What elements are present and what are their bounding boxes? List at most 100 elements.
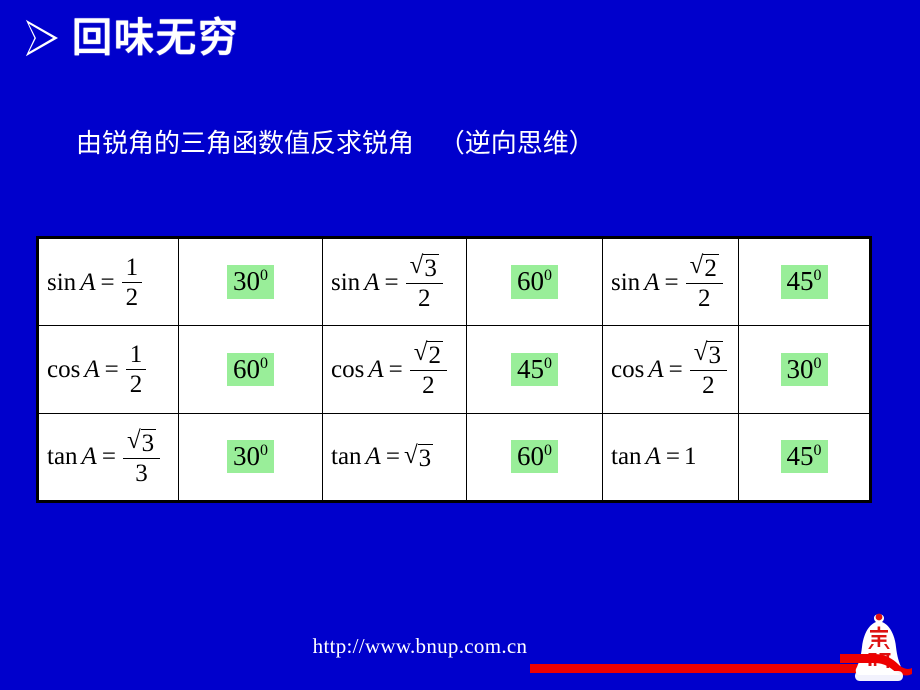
trig-function-name: sin [611, 268, 641, 296]
trig-values-table: sin A = 1 2 300 sin A = √ 3 2 600 sin A = √ 2 2 450 cos A = 1 2 6… [36, 236, 872, 503]
fraction-denominator: 2 [417, 285, 431, 313]
trig-function-name: cos [47, 355, 81, 383]
answer-value: 600 [511, 265, 558, 299]
equals-sign: = [385, 443, 400, 471]
formula: sin A = √ 3 2 [331, 253, 443, 311]
fraction-numerator: √ 3 [122, 426, 161, 459]
fraction-numerator: √ 3 [689, 340, 727, 372]
formula: tan A = 1 [611, 444, 696, 469]
table-cell-answer: 450 [739, 239, 869, 325]
radical-sign-icon: √ [413, 339, 428, 367]
radicand: 3 [417, 443, 434, 472]
table-cell-answer: 600 [179, 326, 323, 413]
table-cell-answer: 600 [467, 239, 603, 326]
angle-variable: A [84, 355, 100, 383]
radicand: 2 [703, 254, 719, 283]
trig-function-name: tan [331, 443, 362, 471]
table-cell-answer: 600 [467, 413, 603, 500]
table-row: tan A = √ 3 3 300 tan A = √ 3 600 tan A = 1 450 [39, 413, 869, 500]
fraction: 12 [121, 255, 143, 311]
table-cell-formula: cos A = 1 2 [39, 326, 179, 413]
radical-expression: √ 2 [690, 253, 719, 281]
table-cell-answer: 300 [739, 326, 869, 412]
page-title: 回味无穷 [24, 18, 240, 58]
equals-sign: = [668, 355, 683, 383]
table-cell-formula: sin A = √ 3 2 [323, 239, 467, 326]
page-title-label: 回味无穷 [72, 15, 240, 61]
equals-sign: = [388, 355, 403, 383]
fraction: √ 3 2 [689, 340, 727, 398]
table-cell-formula: sin A = 1 2 [39, 239, 179, 326]
radical-expression: √ 3 [404, 443, 434, 472]
trig-function-name: sin [331, 268, 361, 296]
equals-sign: = [664, 268, 679, 296]
radical-sign-icon: √ [409, 252, 424, 280]
equals-sign: = [101, 443, 116, 471]
fraction: √ 2 2 [409, 340, 447, 400]
trig-function-name: sin [47, 268, 77, 296]
angle-variable: A [645, 443, 661, 471]
fraction: √ 3 3 [122, 426, 161, 487]
formula: cos A = √ 2 2 [331, 340, 447, 398]
answer-value: 300 [780, 352, 828, 387]
equals-sign: = [100, 268, 115, 296]
arrow-bullet-icon [25, 19, 58, 57]
formula: cos A = √ 3 2 [611, 340, 727, 398]
bnup-bell-logo [840, 613, 912, 681]
fraction-denominator: 2 [697, 285, 711, 313]
fraction-numerator: 1 [121, 255, 143, 283]
angle-variable: A [368, 355, 384, 383]
radicand: 3 [707, 341, 723, 370]
radicand: 3 [140, 428, 157, 457]
plain-value: 1 [683, 443, 697, 471]
answer-value: 600 [227, 352, 274, 387]
degree-symbol: 0 [544, 267, 552, 285]
radicand: 3 [423, 254, 439, 283]
fraction-denominator: 3 [135, 459, 148, 487]
formula: tan A = √ 3 [331, 443, 434, 472]
table-cell-formula: cos A = √ 3 2 [603, 326, 739, 413]
answer-value: 450 [511, 352, 558, 387]
fraction-numerator: 1 [125, 342, 147, 370]
trig-function-name: cos [331, 355, 365, 383]
equals-sign: = [384, 268, 399, 296]
fraction-numerator: √ 3 [405, 252, 443, 285]
radical-expression: √ 3 [126, 426, 157, 457]
slide-subtitle: 由锐角的三角函数值反求锐角 （逆向思维） [76, 129, 595, 159]
angle-variable: A [644, 268, 660, 296]
fraction-denominator: 2 [422, 372, 435, 400]
degree-symbol: 0 [260, 442, 268, 460]
answer-value: 600 [511, 440, 558, 474]
radical-sign-icon: √ [126, 426, 141, 454]
trig-function-name: tan [611, 443, 642, 471]
formula: cos A = 1 2 [47, 342, 147, 398]
trig-function-name: cos [611, 355, 645, 383]
answer-value: 300 [227, 265, 274, 299]
degree-symbol: 0 [544, 442, 552, 460]
formula: sin A = 1 2 [47, 255, 143, 311]
fraction-numerator: √ 2 [685, 253, 723, 285]
table-cell-formula: tan A = √ 3 [323, 413, 467, 500]
fraction-numerator: √ 2 [409, 340, 447, 372]
table-cell-formula: sin A = √ 2 2 [603, 239, 739, 326]
fraction-denominator: 2 [129, 370, 143, 398]
answer-value: 450 [780, 440, 828, 474]
answer-value: 300 [227, 440, 274, 474]
radical-expression: √ 2 [414, 340, 443, 368]
footer-url[interactable]: http://www.bnup.com.cn [0, 634, 840, 659]
table-cell-answer: 450 [467, 326, 603, 413]
fraction: 12 [125, 342, 147, 398]
fraction: √ 2 2 [685, 253, 723, 313]
fraction: √ 3 2 [405, 252, 443, 313]
table-row: sin A = 1 2 300 sin A = √ 3 2 600 sin A = √ 2 2 450 [39, 239, 869, 327]
radical-sign-icon: √ [689, 252, 704, 280]
table-cell-formula: tan A = √ 3 3 [39, 413, 179, 500]
answer-value: 450 [780, 265, 828, 299]
formula: sin A = √ 2 2 [611, 253, 723, 311]
degree-symbol: 0 [813, 354, 822, 372]
table-cell-formula: tan A = 1 [603, 413, 739, 500]
table-cell-formula: cos A = √ 2 2 [323, 326, 467, 413]
footer-red-bar [530, 664, 860, 673]
degree-symbol: 0 [260, 354, 268, 372]
fraction-denominator: 2 [125, 283, 139, 311]
